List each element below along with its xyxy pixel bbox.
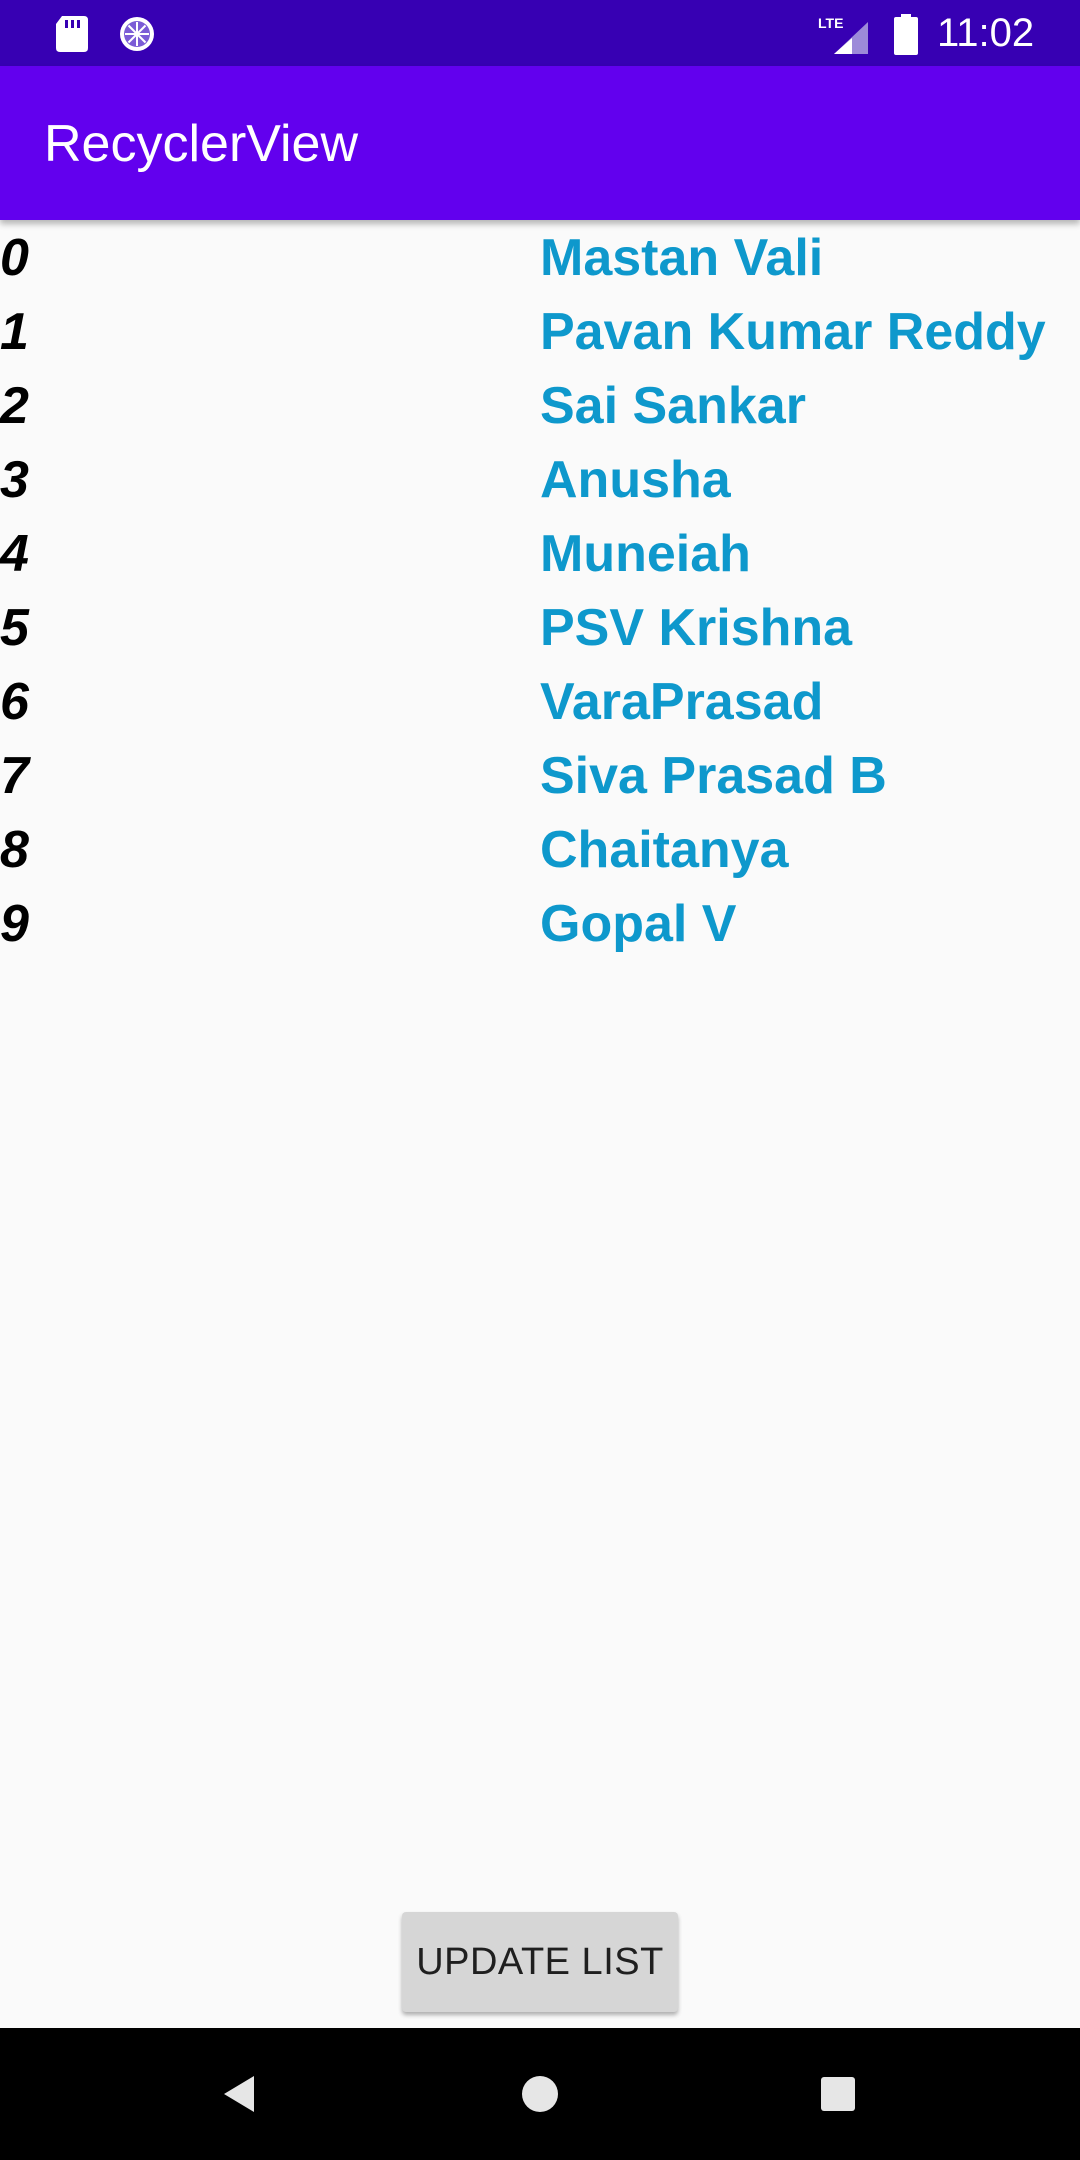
app-title: RecyclerView (44, 115, 359, 173)
list-item[interactable]: 4 Muneiah (0, 518, 1080, 592)
item-index: 3 (0, 451, 29, 509)
sd-card-icon (56, 16, 88, 52)
battery-icon (894, 14, 918, 55)
lte-signal-icon: LTE (818, 15, 868, 54)
item-name: PSV Krishna (540, 599, 853, 657)
list-item[interactable]: 9 Gopal V (0, 888, 1080, 962)
item-index: 2 (0, 377, 29, 435)
update-list-button[interactable]: UPDATE LIST (402, 1912, 678, 2012)
status-bar: LTE 11:02 (0, 0, 1080, 66)
item-index: 4 (0, 525, 29, 583)
status-time: 11:02 (937, 11, 1035, 55)
item-name: Gopal V (540, 895, 737, 953)
item-name: Muneiah (540, 525, 751, 583)
item-index: 6 (0, 673, 29, 731)
list-item[interactable]: 0 Mastan Vali (0, 222, 1080, 296)
list-item[interactable]: 3 Anusha (0, 444, 1080, 518)
item-name: Pavan Kumar Reddy (540, 303, 1046, 361)
item-name: Siva Prasad B (540, 747, 887, 805)
item-index: 5 (0, 599, 29, 657)
item-index: 7 (0, 747, 29, 805)
recents-icon[interactable] (808, 2064, 868, 2124)
item-name: Sai Sankar (540, 377, 806, 435)
item-name: Mastan Vali (540, 229, 824, 287)
sync-icon (120, 17, 154, 51)
lte-label: LTE (818, 15, 843, 31)
item-index: 0 (0, 229, 29, 287)
list-item[interactable]: 2 Sai Sankar (0, 370, 1080, 444)
app-bar: RecyclerView (0, 66, 1080, 220)
list-item[interactable]: 5 PSV Krishna (0, 592, 1080, 666)
recycler-list[interactable]: 0 Mastan Vali 1 Pavan Kumar Reddy 2 Sai … (0, 222, 1080, 962)
item-index: 9 (0, 895, 29, 953)
list-item[interactable]: 1 Pavan Kumar Reddy (0, 296, 1080, 370)
item-name: Anusha (540, 451, 731, 509)
list-item[interactable]: 6 VaraPrasad (0, 666, 1080, 740)
list-item[interactable]: 8 Chaitanya (0, 814, 1080, 888)
navigation-bar (0, 2028, 1080, 2160)
home-icon[interactable] (510, 2064, 570, 2124)
back-icon[interactable] (210, 2064, 270, 2124)
list-item[interactable]: 7 Siva Prasad B (0, 740, 1080, 814)
item-index: 8 (0, 821, 29, 879)
item-index: 1 (0, 303, 29, 361)
item-name: Chaitanya (540, 821, 789, 879)
item-name: VaraPrasad (540, 673, 824, 731)
